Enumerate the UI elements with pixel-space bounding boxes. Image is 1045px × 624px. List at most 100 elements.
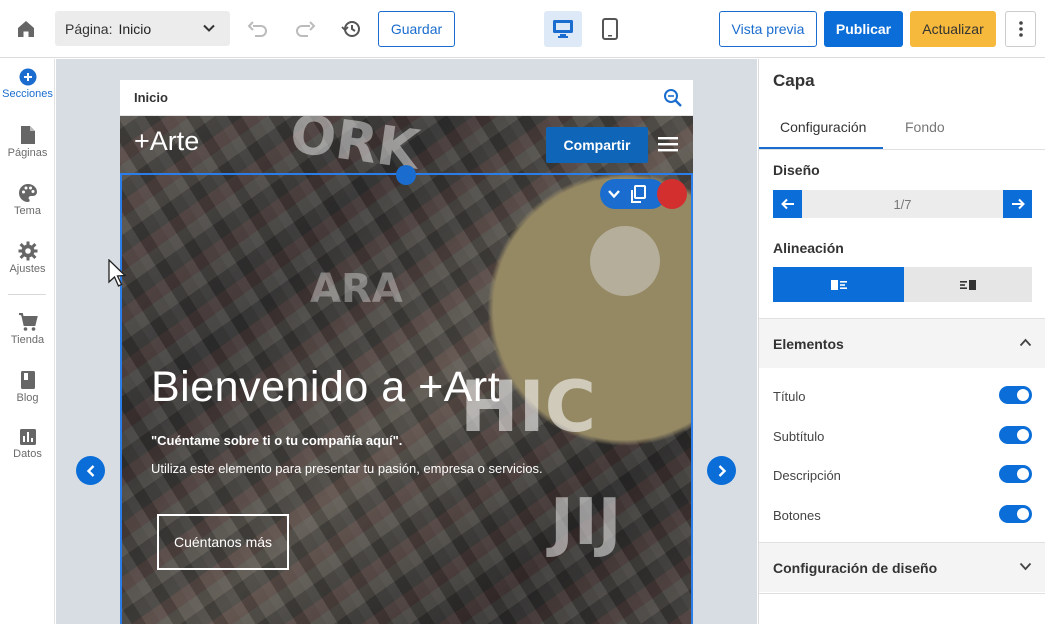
tab-configuracion[interactable]: Configuración bbox=[780, 119, 866, 135]
panel-title: Capa bbox=[773, 71, 815, 90]
editor-canvas: Inicio ORK HIC JIJ ARA +Arte Compartir B… bbox=[56, 59, 757, 624]
sidebar-item-ajustes[interactable]: Ajustes bbox=[0, 241, 55, 275]
chart-icon bbox=[19, 429, 36, 445]
hero-section[interactable]: ORK HIC JIJ ARA +Arte Compartir Bienveni… bbox=[120, 116, 693, 624]
chevron-down-icon bbox=[1019, 562, 1032, 571]
sidebar-item-secciones[interactable]: Secciones bbox=[0, 68, 55, 100]
buttons-toggle[interactable] bbox=[999, 505, 1032, 523]
sidebar-item-label: Tienda bbox=[10, 334, 45, 346]
description-toggle[interactable] bbox=[999, 465, 1032, 483]
site-brand[interactable]: +Arte bbox=[134, 126, 199, 157]
align-right-button[interactable] bbox=[904, 267, 1032, 302]
palette-icon bbox=[18, 184, 37, 202]
site-preview: Inicio ORK HIC JIJ ARA +Arte Compartir B… bbox=[120, 80, 693, 624]
page-select[interactable]: Página: Inicio bbox=[55, 11, 230, 46]
desktop-view-button[interactable] bbox=[544, 11, 582, 47]
hero-title[interactable]: Bienvenido a +Art bbox=[151, 363, 500, 412]
sidebar-item-tema[interactable]: Tema bbox=[0, 183, 55, 217]
tab-fondo[interactable]: Fondo bbox=[905, 119, 945, 135]
delete-section-button[interactable] bbox=[657, 179, 687, 209]
chevron-down-icon[interactable] bbox=[608, 189, 620, 199]
update-button[interactable]: Actualizar bbox=[910, 11, 996, 47]
elements-section-header[interactable]: Elementos bbox=[759, 318, 1045, 368]
publish-button[interactable]: Publicar bbox=[824, 11, 903, 47]
properties-panel: Capa Configuración Fondo Diseño 1/7 Alin… bbox=[758, 59, 1045, 624]
hero-cta-button[interactable]: Cuéntanos más bbox=[157, 514, 289, 570]
preview-button[interactable]: Vista previa bbox=[719, 11, 817, 47]
toggle-label: Subtítulo bbox=[773, 428, 825, 444]
home-icon[interactable] bbox=[14, 17, 38, 41]
toggle-label: Título bbox=[773, 388, 806, 404]
zoom-icon[interactable] bbox=[663, 88, 683, 108]
hamburger-menu-icon[interactable] bbox=[658, 136, 678, 152]
chevron-up-icon bbox=[1019, 338, 1032, 347]
active-tab-indicator bbox=[759, 147, 883, 149]
left-sidebar: Secciones Páginas Tema Ajustes Tienda Bl… bbox=[0, 59, 55, 624]
sidebar-item-datos[interactable]: Datos bbox=[0, 428, 55, 460]
undo-icon[interactable] bbox=[245, 16, 271, 42]
sidebar-item-label: Páginas bbox=[7, 147, 48, 159]
toggle-label: Botones bbox=[773, 507, 821, 523]
hero-description[interactable]: Utiliza este elemento para presentar tu … bbox=[151, 461, 543, 476]
more-vertical-icon bbox=[1018, 21, 1023, 37]
sidebar-item-blog[interactable]: Blog bbox=[0, 370, 55, 404]
arrow-left-icon bbox=[780, 198, 794, 210]
desktop-icon bbox=[553, 20, 573, 38]
design-counter: 1/7 bbox=[893, 196, 912, 212]
design-settings-label: Configuración de diseño bbox=[773, 559, 938, 576]
toggle-row-subtitulo: Subtítulo bbox=[773, 426, 1032, 446]
section-drag-handle[interactable] bbox=[396, 165, 416, 185]
alignment-selector bbox=[773, 267, 1032, 302]
design-next-button[interactable] bbox=[1003, 190, 1032, 218]
toggle-label: Descripción bbox=[773, 467, 841, 483]
gear-icon bbox=[18, 241, 37, 261]
hero-subtitle[interactable]: "Cuéntame sobre ti o tu compañía aquí". bbox=[151, 433, 402, 448]
previous-layout-button[interactable] bbox=[76, 456, 105, 485]
cart-icon bbox=[18, 313, 38, 331]
sidebar-item-label: Blog bbox=[16, 392, 39, 404]
next-layout-button[interactable] bbox=[707, 456, 736, 485]
page-select-label: Página: bbox=[65, 20, 113, 37]
subtitle-toggle[interactable] bbox=[999, 426, 1032, 444]
design-prev-button[interactable] bbox=[773, 190, 802, 218]
preview-page-title: Inicio bbox=[134, 90, 168, 105]
more-options-button[interactable] bbox=[1005, 11, 1036, 47]
sidebar-item-label: Secciones bbox=[2, 88, 53, 100]
elements-label: Elementos bbox=[773, 335, 844, 352]
alignment-label: Alineación bbox=[773, 240, 844, 256]
sidebar-item-tienda[interactable]: Tienda bbox=[0, 312, 55, 346]
history-icon[interactable] bbox=[338, 16, 364, 42]
toggle-row-titulo: Título bbox=[773, 386, 1032, 406]
sidebar-item-label: Tema bbox=[14, 205, 41, 217]
design-label: Diseño bbox=[773, 162, 820, 178]
panel-divider bbox=[759, 593, 1045, 594]
mouse-cursor-icon bbox=[108, 259, 127, 287]
chevron-left-icon bbox=[86, 464, 94, 477]
mobile-icon bbox=[602, 18, 618, 40]
add-circle-icon bbox=[19, 68, 36, 86]
copy-icon[interactable] bbox=[630, 185, 646, 203]
mobile-view-button[interactable] bbox=[598, 15, 622, 43]
tab-divider bbox=[759, 149, 1045, 150]
design-settings-section-header[interactable]: Configuración de diseño bbox=[759, 542, 1045, 592]
sidebar-item-label: Ajustes bbox=[9, 263, 46, 275]
align-right-icon bbox=[960, 279, 976, 290]
preview-page-bar: Inicio bbox=[120, 80, 693, 116]
toggle-row-botones: Botones bbox=[773, 505, 1032, 525]
page-icon bbox=[20, 126, 35, 144]
redo-icon[interactable] bbox=[292, 16, 318, 42]
share-button[interactable]: Compartir bbox=[546, 127, 648, 163]
toggle-row-descripcion: Descripción bbox=[773, 465, 1032, 485]
align-left-icon bbox=[830, 279, 847, 290]
chevron-right-icon bbox=[718, 464, 726, 477]
title-toggle[interactable] bbox=[999, 386, 1032, 404]
top-toolbar: Página: Inicio Guardar Vista previa Publ… bbox=[0, 0, 1045, 58]
page-select-value: Inicio bbox=[118, 20, 152, 37]
chevron-down-icon bbox=[203, 24, 215, 32]
design-selector: 1/7 bbox=[773, 190, 1032, 218]
arrow-right-icon bbox=[1011, 198, 1025, 210]
sidebar-item-paginas[interactable]: Páginas bbox=[0, 125, 55, 159]
save-button[interactable]: Guardar bbox=[378, 11, 455, 47]
align-left-button[interactable] bbox=[773, 267, 904, 302]
sidebar-item-label: Datos bbox=[13, 448, 42, 460]
